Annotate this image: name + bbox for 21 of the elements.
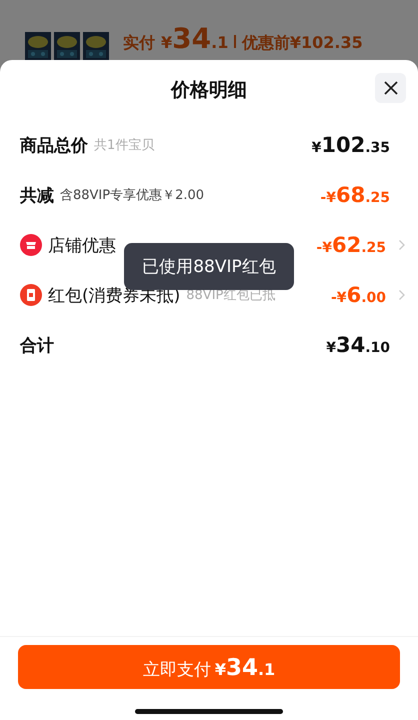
row-amount: -¥62.25: [316, 233, 386, 257]
sheet-title: 价格明细: [171, 78, 247, 103]
row-label: 商品总价: [20, 134, 88, 156]
row-note: 含88VIP专享优惠￥2.00: [60, 187, 204, 204]
pay-amount: ¥34.1: [214, 655, 276, 681]
close-icon[interactable]: [382, 80, 398, 96]
row-label: 店铺优惠: [48, 234, 116, 256]
row-amount: -¥6.00: [331, 283, 386, 307]
row-label: 共减: [20, 184, 54, 206]
paid-amount: ¥34.1: [161, 22, 228, 55]
original-price: 优惠前¥102.35: [242, 33, 363, 54]
close-button[interactable]: [375, 73, 406, 103]
store-icon: [20, 234, 42, 256]
envelope-icon: [20, 284, 42, 306]
pay-button[interactable]: 立即支付 ¥34.1: [18, 645, 400, 689]
paid-label: 实付: [123, 33, 155, 54]
row-label: 合计: [20, 334, 54, 356]
row-note: 共1件宝贝: [94, 137, 154, 154]
row-amount: ¥34.10: [326, 333, 390, 357]
row-amount: -¥68.25: [320, 183, 390, 207]
row-amount: ¥102.35: [312, 133, 390, 157]
